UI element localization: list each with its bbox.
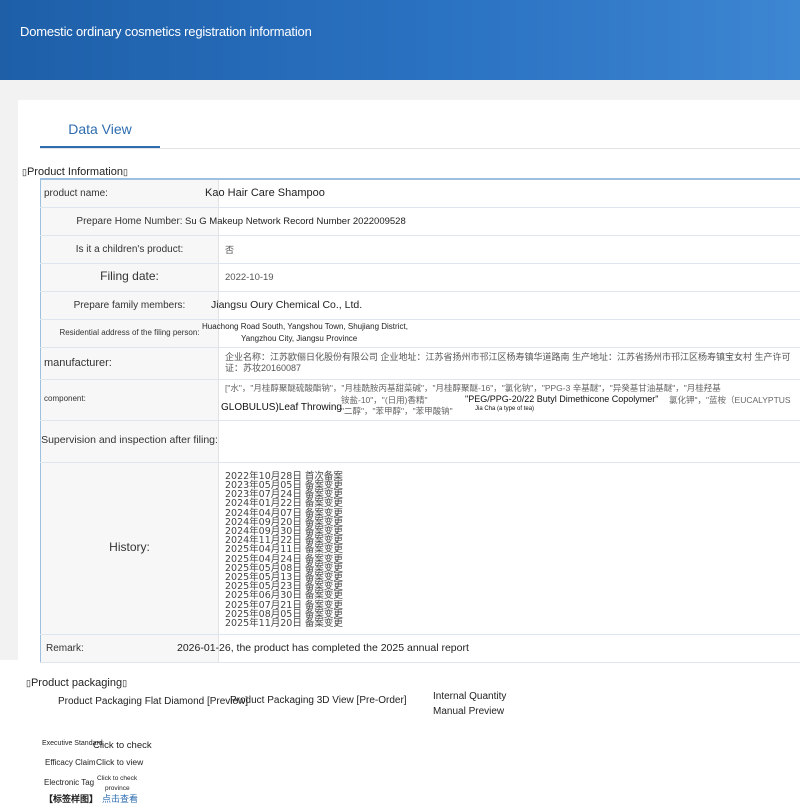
value-history: 2022年10月28日 首次备案2023年05月05日 备案变更2023年07月… xyxy=(219,462,800,634)
history-list: 2022年10月28日 首次备案2023年05月05日 备案变更2023年07月… xyxy=(219,464,800,632)
product-info-table: product name: Kao Hair Care Shampoo Prep… xyxy=(40,178,800,663)
value-supervision xyxy=(219,420,800,462)
label-sample-label: 【标签样图】 xyxy=(44,792,98,805)
row-product-name: product name: Kao Hair Care Shampoo xyxy=(41,179,800,207)
row-history: History: 2022年10月28日 首次备案2023年05月05日 备案变… xyxy=(41,462,800,634)
bracket-right-icon: ▯ xyxy=(122,678,127,688)
label-supervision: Supervision and inspection after filing: xyxy=(41,420,219,462)
label-residential-address: Residential address of the filing person… xyxy=(41,319,219,347)
value-manufacturer: 企业名称：江苏欧俪日化股份有限公司 企业地址：江苏省扬州市邗江区杨寿镇华道路南 … xyxy=(219,347,800,379)
row-manufacturer: manufacturer: 企业名称：江苏欧俪日化股份有限公司 企业地址：江苏省… xyxy=(41,347,800,379)
electronic-tag-link[interactable]: Click to check province xyxy=(97,774,137,794)
page-header: Domestic ordinary cosmetics registration… xyxy=(0,0,800,80)
row-supervision: Supervision and inspection after filing: xyxy=(41,420,800,462)
bracket-right-icon: ▯ xyxy=(123,167,128,177)
row-record-number: Prepare Home Number: Su G Makeup Network… xyxy=(41,207,800,235)
efficacy-claim-label: Efficacy Claim xyxy=(45,758,96,767)
left-gutter xyxy=(0,100,18,660)
row-family-members: Prepare family members: Jiangsu Oury Che… xyxy=(41,291,800,319)
packaging-section-title: ▯Product packaging▯ xyxy=(26,677,127,689)
executive-standard-link[interactable]: Click to check xyxy=(93,740,152,751)
label-sample-link[interactable]: 点击查看 xyxy=(102,792,138,805)
row-children-product: Is it a children's product: 否 xyxy=(41,235,800,263)
tab-bar: Data View xyxy=(40,118,800,149)
product-info-section-title: ▯Product Information▯ xyxy=(22,166,128,178)
value-family-members: Jiangsu Oury Chemical Co., Ltd. xyxy=(219,291,800,319)
tab-data-view[interactable]: Data View xyxy=(40,118,160,148)
label-history: History: xyxy=(41,462,219,634)
label-children-product: Is it a children's product: xyxy=(41,235,219,263)
value-residential-address: Huachong Road South, Yangshou Town, Shuj… xyxy=(219,319,800,347)
value-component: ["水"，"月桂醇聚醚硫酸酯钠"，"月桂酰胺丙基甜菜碱"，"月桂醇聚醚-16"，… xyxy=(219,379,800,420)
internal-manual-preview-link[interactable]: Internal Quantity Manual Preview xyxy=(433,689,506,719)
page-title: Domestic ordinary cosmetics registration… xyxy=(20,24,312,39)
value-remark: 2026-01-26, the product has completed th… xyxy=(219,634,800,662)
label-product-name: product name: xyxy=(41,179,219,207)
row-component: component: ["水"，"月桂醇聚醚硫酸酯钠"，"月桂酰胺丙基甜菜碱"，… xyxy=(41,379,800,420)
value-product-name: Kao Hair Care Shampoo xyxy=(219,179,800,207)
value-filing-date: 2022-10-19 xyxy=(219,263,800,291)
efficacy-claim-link[interactable]: Click to view xyxy=(96,757,143,767)
label-manufacturer: manufacturer: xyxy=(41,347,219,379)
value-children-product: 否 xyxy=(219,235,800,263)
row-remark: Remark: 2026-01-26, the product has comp… xyxy=(41,634,800,662)
label-filing-date: Filing date: xyxy=(41,263,219,291)
header-divider-band xyxy=(0,80,800,100)
label-component: component: xyxy=(41,379,219,420)
history-entry: 2025年11月20日 备案变更 xyxy=(225,619,800,628)
label-family-members: Prepare family members: xyxy=(41,291,219,319)
row-filing-date: Filing date: 2022-10-19 xyxy=(41,263,800,291)
electronic-tag-label: Electronic Tag xyxy=(44,778,94,787)
value-record-number: Su G Makeup Network Record Number 202200… xyxy=(219,207,800,235)
packaging-flat-preview-link[interactable]: Product Packaging Flat Diamond [Preview] xyxy=(58,696,248,707)
packaging-3d-view-link[interactable]: Product Packaging 3D View [Pre-Order] xyxy=(230,695,407,706)
row-residential-address: Residential address of the filing person… xyxy=(41,319,800,347)
